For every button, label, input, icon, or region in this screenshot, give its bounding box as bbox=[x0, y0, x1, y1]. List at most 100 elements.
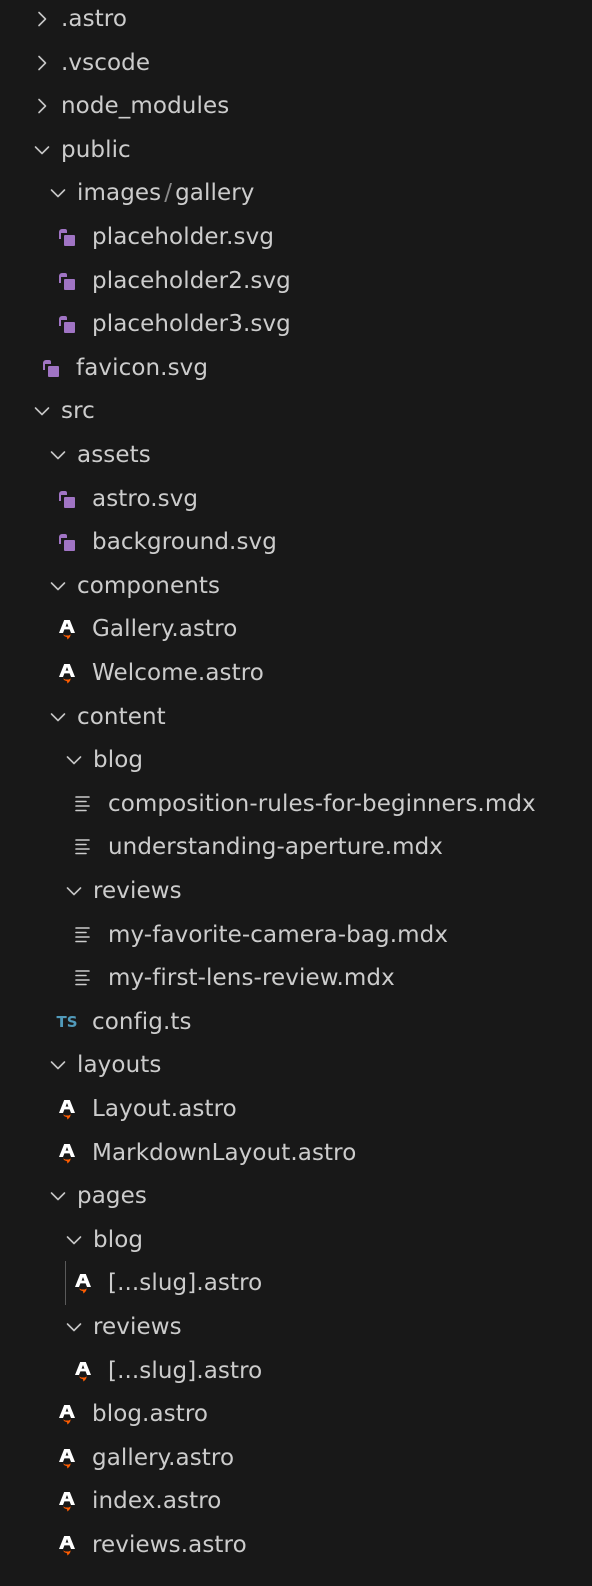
folder-row-blog[interactable]: blog bbox=[0, 1218, 592, 1262]
astro-file-icon bbox=[54, 1097, 80, 1121]
item-label: .vscode bbox=[61, 49, 151, 76]
item-label: background.svg bbox=[92, 529, 277, 556]
folder-row-vscode[interactable]: .vscode bbox=[0, 41, 592, 85]
chevron-down-icon[interactable] bbox=[48, 445, 68, 465]
folder-row-content[interactable]: content bbox=[0, 695, 592, 739]
svg-file-icon bbox=[54, 487, 80, 511]
folder-row-assets[interactable]: assets bbox=[0, 433, 592, 477]
astro-file-icon bbox=[54, 1489, 80, 1513]
chevron-right-icon[interactable] bbox=[32, 53, 52, 73]
file-row-index-astro[interactable]: index.astro bbox=[0, 1479, 592, 1523]
svg-file-icon bbox=[54, 530, 80, 554]
astro-file-icon bbox=[54, 1446, 80, 1470]
file-row-markdownlayout-astro[interactable]: MarkdownLayout.astro bbox=[0, 1131, 592, 1175]
file-row-astro-svg[interactable]: astro.svg bbox=[0, 477, 592, 521]
item-label: index.astro bbox=[92, 1488, 222, 1515]
file-row-favicon-svg[interactable]: favicon.svg bbox=[0, 346, 592, 390]
chevron-down-icon[interactable] bbox=[32, 401, 52, 421]
item-label: favicon.svg bbox=[76, 354, 209, 381]
folder-row-public[interactable]: public bbox=[0, 128, 592, 172]
folder-row-pages[interactable]: pages bbox=[0, 1174, 592, 1218]
item-label: images bbox=[77, 180, 162, 207]
folder-row-reviews[interactable]: reviews bbox=[0, 1305, 592, 1349]
ts-icon-text: TS bbox=[56, 1012, 78, 1031]
folder-row-blog[interactable]: blog bbox=[0, 738, 592, 782]
item-label: [...slug].astro bbox=[108, 1270, 263, 1297]
svg-file-icon bbox=[54, 269, 80, 293]
file-row-background-svg[interactable]: background.svg bbox=[0, 520, 592, 564]
item-label: reviews bbox=[93, 878, 182, 904]
file-row-my-favorite-camera-bag-mdx[interactable]: my-favorite-camera-bag.mdx bbox=[0, 913, 592, 957]
item-label: placeholder.svg bbox=[92, 224, 275, 250]
folder-row-layouts[interactable]: layouts bbox=[0, 1043, 592, 1087]
file-row-slug-astro[interactable]: [...slug].astro bbox=[0, 1349, 592, 1393]
file-row-layout-astro[interactable]: Layout.astro bbox=[0, 1087, 592, 1131]
item-label: MarkdownLayout.astro bbox=[92, 1139, 357, 1166]
svg-file-icon bbox=[38, 356, 64, 380]
mdx-file-icon bbox=[70, 835, 96, 859]
mdx-file-icon bbox=[70, 792, 96, 816]
mdx-file-icon bbox=[70, 923, 96, 947]
chevron-right-icon[interactable] bbox=[32, 9, 52, 29]
file-row-placeholder2-svg[interactable]: placeholder2.svg bbox=[0, 259, 592, 303]
file-row-gallery-astro[interactable]: gallery.astro bbox=[0, 1436, 592, 1480]
item-label: blog bbox=[93, 1226, 144, 1253]
astro-file-icon bbox=[70, 1359, 96, 1383]
item-label: src bbox=[61, 398, 95, 425]
file-row-placeholder3-svg[interactable]: placeholder3.svg bbox=[0, 302, 592, 346]
astro-file-icon bbox=[54, 1141, 80, 1165]
item-label: reviews bbox=[93, 1314, 182, 1340]
item-label: [...slug].astro bbox=[108, 1357, 263, 1384]
folder-row-images[interactable]: images / gallery bbox=[0, 171, 592, 215]
chevron-down-icon[interactable] bbox=[64, 1317, 84, 1337]
chevron-down-icon[interactable] bbox=[48, 576, 68, 596]
item-label: my-first-lens-review.mdx bbox=[108, 965, 395, 992]
chevron-down-icon[interactable] bbox=[48, 1055, 68, 1075]
item-label: Welcome.astro bbox=[92, 660, 264, 686]
file-row-gallery-astro[interactable]: Gallery.astro bbox=[0, 607, 592, 651]
astro-file-icon bbox=[70, 1271, 96, 1295]
chevron-down-icon[interactable] bbox=[48, 183, 68, 203]
item-label: node_modules bbox=[61, 93, 230, 120]
item-label: gallery.astro bbox=[92, 1444, 235, 1471]
chevron-down-icon[interactable] bbox=[48, 707, 68, 727]
item-label: layouts bbox=[77, 1052, 162, 1079]
file-row-my-first-lens-review-mdx[interactable]: my-first-lens-review.mdx bbox=[0, 956, 592, 1000]
folder-row-reviews[interactable]: reviews bbox=[0, 869, 592, 913]
chevron-down-icon[interactable] bbox=[48, 1186, 68, 1206]
chevron-down-icon[interactable] bbox=[64, 881, 84, 901]
item-label: config.ts bbox=[92, 1008, 192, 1035]
file-row-blog-astro[interactable]: blog.astro bbox=[0, 1392, 592, 1436]
item-label: .astro bbox=[61, 6, 128, 32]
path-separator: / bbox=[164, 180, 173, 207]
file-row-config-ts[interactable]: TS config.ts bbox=[0, 1000, 592, 1044]
item-label-secondary: gallery bbox=[175, 180, 255, 207]
indent-guide bbox=[65, 1261, 66, 1306]
item-label: components bbox=[77, 572, 221, 599]
file-row-understanding-aperture-mdx[interactable]: understanding-aperture.mdx bbox=[0, 825, 592, 869]
chevron-down-icon[interactable] bbox=[64, 1230, 84, 1250]
item-label: Gallery.astro bbox=[92, 616, 238, 643]
folder-row-astro[interactable]: .astro bbox=[0, 0, 592, 41]
chevron-down-icon[interactable] bbox=[64, 750, 84, 770]
item-label: understanding-aperture.mdx bbox=[108, 834, 444, 861]
item-label: placeholder3.svg bbox=[92, 311, 291, 338]
item-label: pages bbox=[77, 1183, 147, 1210]
item-label: blog.astro bbox=[92, 1401, 209, 1428]
file-row-placeholder-svg[interactable]: placeholder.svg bbox=[0, 215, 592, 259]
mdx-file-icon bbox=[70, 966, 96, 990]
ts-file-icon: TS bbox=[54, 1010, 80, 1034]
astro-file-icon bbox=[54, 661, 80, 685]
folder-row-src[interactable]: src bbox=[0, 389, 592, 433]
file-row-composition-rules-for-beginners-mdx[interactable]: composition-rules-for-beginners.mdx bbox=[0, 782, 592, 826]
file-row-slug-astro[interactable]: [...slug].astro bbox=[0, 1261, 592, 1306]
file-row-welcome-astro[interactable]: Welcome.astro bbox=[0, 651, 592, 695]
svg-file-icon bbox=[54, 312, 80, 336]
folder-row-node-modules[interactable]: node_modules bbox=[0, 84, 592, 128]
chevron-right-icon[interactable] bbox=[32, 96, 52, 116]
astro-file-icon bbox=[54, 1402, 80, 1426]
chevron-down-icon[interactable] bbox=[32, 140, 52, 160]
file-row-reviews-astro[interactable]: reviews.astro bbox=[0, 1523, 592, 1567]
folder-row-components[interactable]: components bbox=[0, 564, 592, 608]
item-label: content bbox=[77, 703, 166, 730]
